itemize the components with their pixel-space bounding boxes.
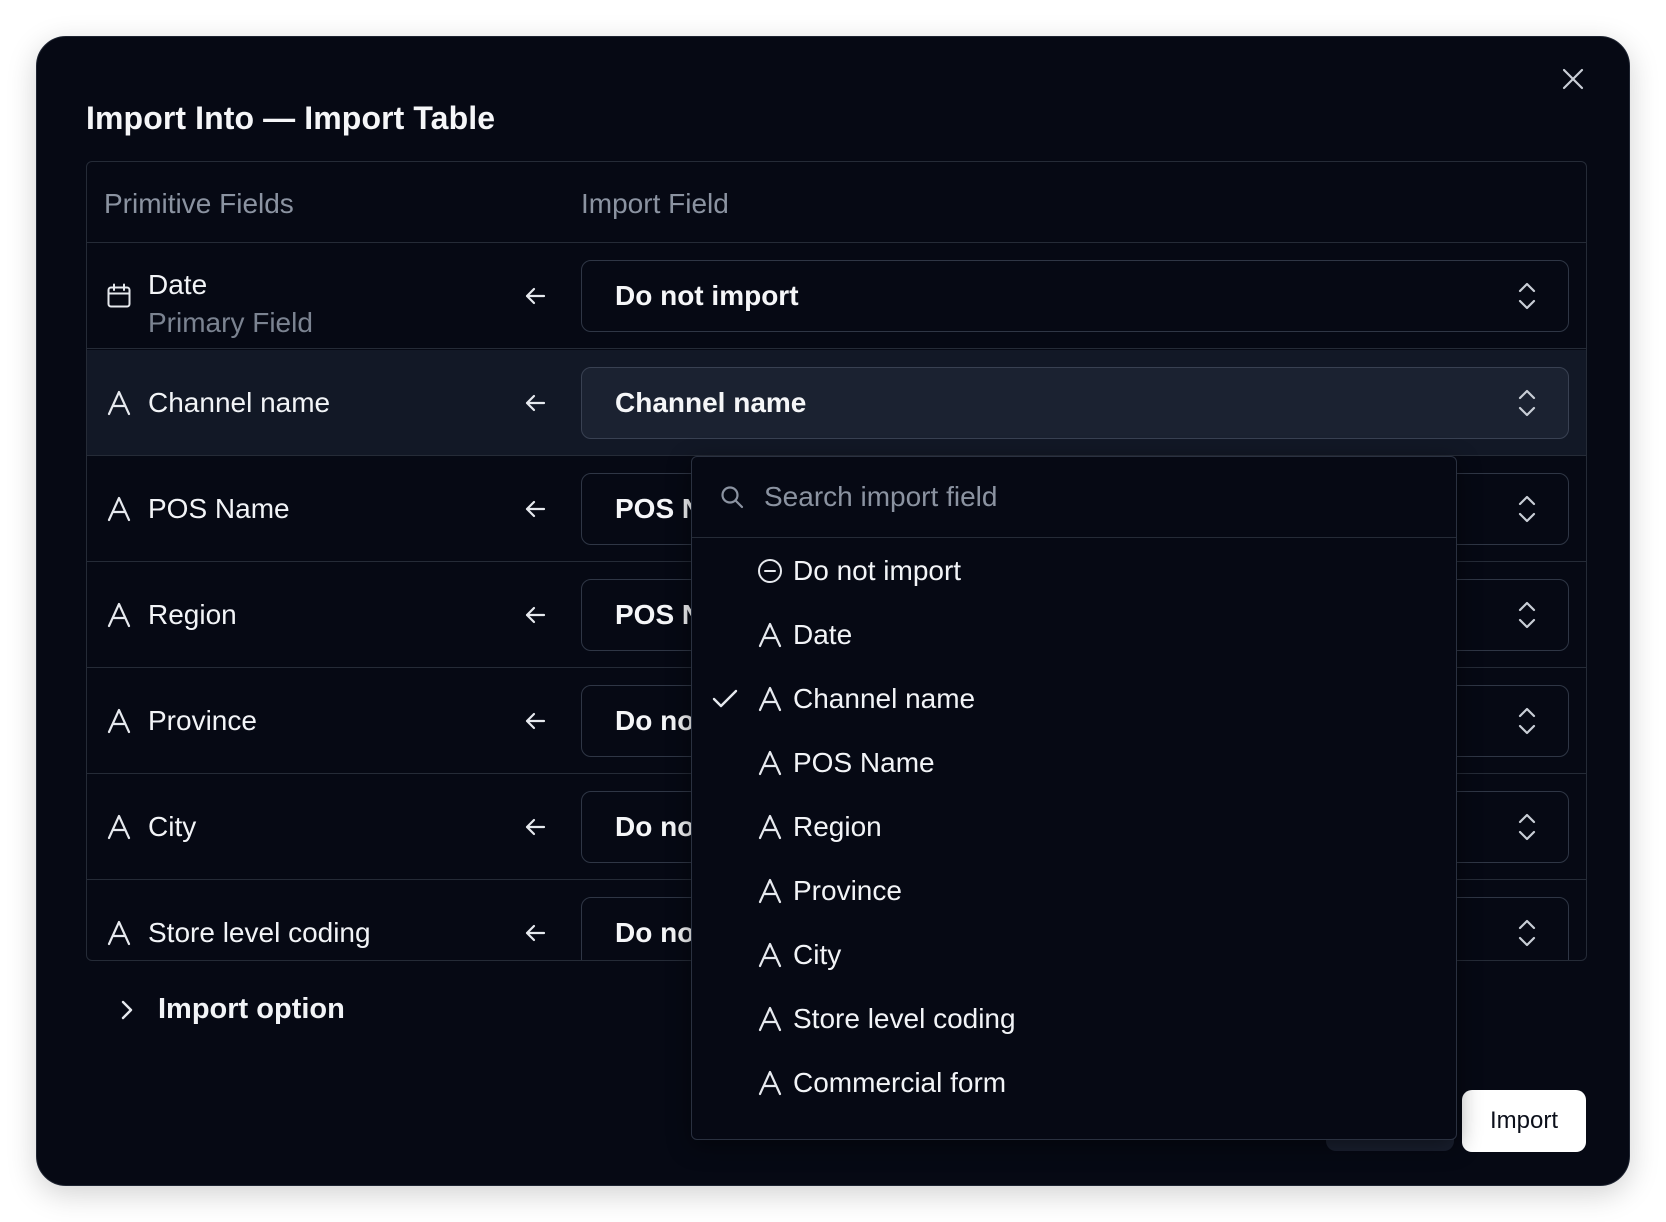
chevron-up-down-icon — [1516, 811, 1538, 843]
select-value: Do not import — [615, 279, 799, 311]
chevron-up-down-icon — [1516, 705, 1538, 737]
dropdown-item[interactable]: POS Name — [692, 731, 1456, 795]
field-subtitle: Primary Field — [148, 307, 313, 338]
dropdown-item-label: City — [793, 939, 842, 970]
arrow-left-icon — [521, 919, 549, 947]
import-field-select[interactable]: Do not import — [581, 259, 1569, 332]
text-type-icon — [756, 1069, 784, 1097]
select-value: Channel name — [615, 386, 807, 418]
arrow-left-icon — [521, 601, 549, 629]
chevron-up-down-icon — [1516, 917, 1538, 949]
text-type-icon — [105, 389, 133, 417]
text-type-icon — [756, 749, 784, 777]
arrow-left-icon — [521, 282, 549, 310]
dropdown-item-selected[interactable]: Channel name — [692, 667, 1456, 731]
text-type-icon — [756, 877, 784, 905]
import-field-dropdown: Do not import Date Channel name POS Name… — [691, 456, 1457, 1140]
field-name: Store level coding — [148, 917, 371, 948]
text-type-icon — [756, 1005, 784, 1033]
text-type-icon — [105, 601, 133, 629]
dropdown-item[interactable]: Region — [692, 795, 1456, 859]
arrow-left-icon — [521, 813, 549, 841]
table-row: Channel name Channel name — [87, 350, 1586, 456]
chevron-right-icon — [121, 1000, 133, 1019]
field-name: City — [148, 810, 197, 842]
select-value: Do no — [615, 810, 695, 842]
field-name: Province — [148, 704, 257, 736]
dialog-title: Import Into — Import Table — [86, 100, 496, 136]
chevron-up-down-icon — [1516, 493, 1538, 525]
text-type-icon — [105, 919, 133, 947]
table-header: Primitive Fields Import Field — [87, 162, 1586, 243]
text-type-icon — [105, 707, 133, 735]
chevron-up-down-icon — [1516, 280, 1538, 312]
field-name: Region — [148, 598, 237, 630]
dropdown-item[interactable]: Store level coding — [692, 987, 1456, 1051]
header-import-field: Import Field — [581, 188, 729, 219]
import-option-toggle[interactable]: Import option — [118, 993, 345, 1026]
import-button[interactable]: Import — [1462, 1090, 1586, 1152]
text-type-icon — [105, 813, 133, 841]
import-option-label: Import option — [158, 993, 345, 1025]
arrow-left-icon — [521, 389, 549, 417]
dropdown-item-label: Store level coding — [793, 1003, 1016, 1034]
dropdown-item-label: Province — [793, 875, 902, 906]
text-type-icon — [756, 941, 784, 969]
import-field-select[interactable]: Channel name — [581, 366, 1569, 439]
close-icon — [1562, 68, 1584, 90]
dropdown-item-label: Channel name — [793, 683, 976, 714]
dropdown-item-label: Commercial form — [793, 1067, 1007, 1098]
select-value: POS N — [615, 492, 703, 524]
field-name: Channel name — [148, 386, 331, 418]
chevron-up-down-icon — [1516, 599, 1538, 631]
text-type-icon — [756, 621, 784, 649]
search-input[interactable] — [764, 471, 1424, 523]
dropdown-item[interactable]: City — [692, 923, 1456, 987]
dropdown-item-label: Do not import — [793, 555, 962, 586]
chevron-up-down-icon — [1516, 387, 1538, 419]
dropdown-item-label: Date — [793, 619, 853, 650]
dropdown-item[interactable]: Do not import — [692, 539, 1456, 603]
select-value: Do no — [615, 917, 695, 948]
dropdown-item[interactable]: Commercial form — [692, 1051, 1456, 1115]
check-icon — [710, 684, 740, 714]
dropdown-item[interactable]: Date — [692, 603, 1456, 667]
dropdown-item-label: POS Name — [793, 747, 935, 778]
select-value: POS N — [615, 598, 703, 630]
arrow-left-icon — [521, 495, 549, 523]
field-name: POS Name — [148, 492, 290, 524]
dropdown-search — [692, 457, 1456, 538]
calendar-icon — [105, 282, 133, 310]
search-icon — [718, 483, 746, 511]
field-name: Date — [148, 269, 208, 300]
text-type-icon — [105, 495, 133, 523]
text-type-icon — [756, 813, 784, 841]
text-type-icon — [756, 685, 784, 713]
close-button[interactable] — [1558, 64, 1588, 94]
select-value: Do no — [615, 704, 695, 736]
header-primitive-fields: Primitive Fields — [104, 188, 294, 219]
arrow-left-icon — [521, 707, 549, 735]
dropdown-item-label: Region — [793, 811, 882, 842]
minus-circle-icon — [756, 557, 784, 585]
table-row: Date Primary Field Do not import — [87, 243, 1586, 349]
dropdown-item[interactable]: Province — [692, 859, 1456, 923]
